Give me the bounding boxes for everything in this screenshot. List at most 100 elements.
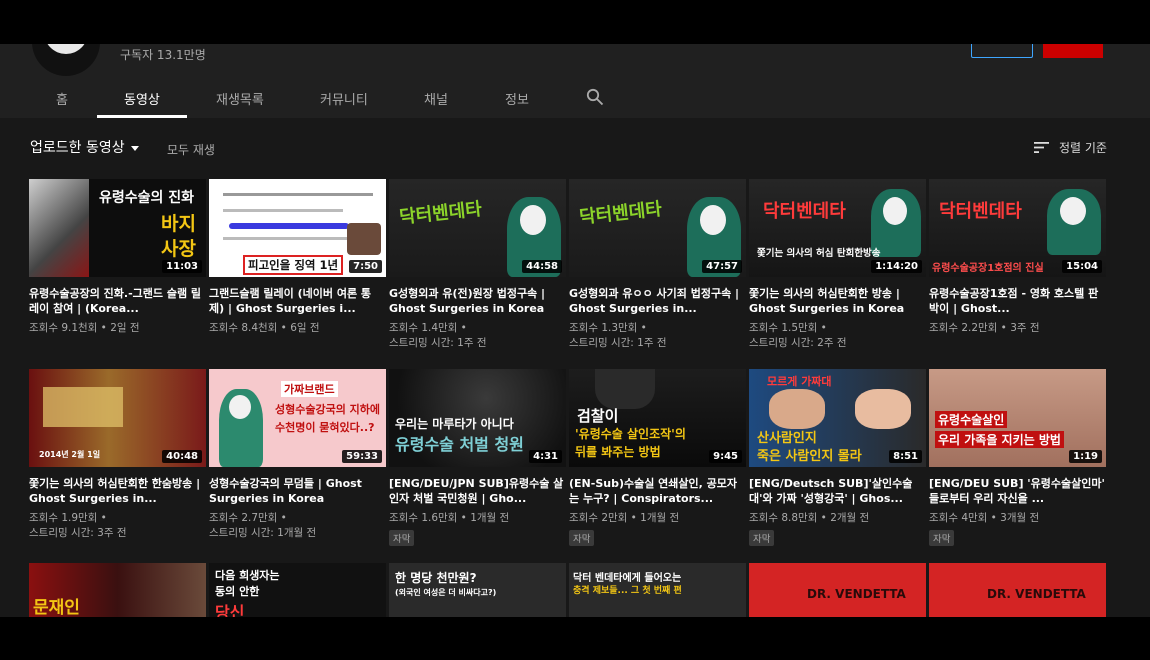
video-card[interactable]: 유령수술의 진화 바지 사장 11:03 유령수술공장의 진화.-그랜드 슬램 … (29, 179, 206, 336)
thumb-caption: 유령수술공장1호점의 진실 (932, 263, 1044, 274)
video-card[interactable]: 한 명당 천만원? (외국인 여성은 더 비싸다고?) (389, 563, 566, 617)
video-thumbnail[interactable]: DR. VENDETTA (749, 563, 926, 617)
tab-playlists[interactable]: 재생목록 (216, 89, 264, 108)
video-meta: 조회수 9.1천회 • 2일 전 (29, 322, 140, 334)
video-title[interactable]: [ENG/DEU SUB] '유령수술살인마' 들로부터 우리 자신을 ... (929, 476, 1106, 506)
subscribe-button[interactable] (1043, 44, 1103, 58)
thumb-caption: 성형수술강국의 지하에 (275, 403, 381, 416)
video-card[interactable]: 검찰이 '유령수술 살인조작'의 뒤를 봐주는 방법 9:45 (EN-Sub)… (569, 369, 746, 546)
video-title[interactable]: (EN-Sub)수술실 연쇄살인, 공모자는 누구? | Conspirator… (569, 476, 746, 506)
video-title[interactable]: 유령수술공장1호점 - 영화 호스텔 판박이 | Ghost... (929, 286, 1106, 316)
video-title[interactable]: [ENG/Deutsch SUB]'살인수술대'와 가짜 '성형강국' | Gh… (749, 476, 926, 506)
video-card[interactable]: 닥터벤데타 쫓기는 의사의 허심 탄회한방송 1:14:20 쫓기는 의사의 허… (749, 179, 926, 351)
thumb-caption: 죽은 사람인지 몰라 (757, 449, 862, 464)
channel-tabs: 홈 동영상 재생목록 커뮤니티 채널 정보 (0, 78, 1150, 118)
video-thumbnail[interactable]: 우리는 마루타가 아니다 유령수술 처벌 청원 4:31 (389, 369, 566, 467)
tab-home[interactable]: 홈 (56, 89, 68, 108)
video-stream-time: 스트리밍 시간: 1주 전 (569, 337, 667, 349)
sort-icon (1034, 142, 1049, 153)
thumb-caption: (외국인 여성은 더 비싸다고?) (395, 588, 497, 597)
video-title[interactable]: 쫓기는 의사의 허심탄회한 한숨방송 | Ghost Surgeries in.… (29, 476, 206, 506)
video-title[interactable]: G성형외과 유ㅇㅇ 사기죄 법정구속 | Ghost Surgeries in.… (569, 286, 746, 316)
video-duration: 8:51 (889, 450, 922, 463)
uploads-dropdown[interactable]: 업로드한 동영상 (30, 137, 139, 157)
play-all-button[interactable]: 모두 재생 (167, 141, 215, 158)
video-card[interactable]: 닥터벤데타 유령수술공장1호점의 진실 15:04 유령수술공장1호점 - 영화… (929, 179, 1106, 336)
video-thumbnail[interactable]: 가짜브랜드 성형수술강국의 지하에 수천명이 묻혀있다..? 59:33 (209, 369, 386, 467)
thumb-doc-redaction (229, 223, 349, 229)
thumb-caption: 우리는 마루타가 아니다 (395, 417, 514, 431)
thumb-image (29, 179, 89, 277)
subscriber-count: 구독자 13.1만명 (120, 48, 206, 62)
thumb-caption: 한 명당 천만원? (395, 571, 477, 585)
channel-avatar[interactable] (32, 44, 100, 76)
thumb-mask (520, 205, 546, 235)
video-thumbnail[interactable]: 모르게 가짜대 산사람인지 죽은 사람인지 몰라 8:51 (749, 369, 926, 467)
video-thumbnail[interactable]: DR. VENDETTA (929, 563, 1106, 617)
video-meta: 조회수 1.4만회 • 스트리밍 시간: 1주 전 (389, 321, 566, 351)
video-duration: 11:03 (162, 260, 202, 273)
video-card[interactable]: 닥터 벤데타에게 들어오는 충격 제보들... 그 첫 번째 편 (569, 563, 746, 617)
video-card[interactable]: 모르게 가짜대 산사람인지 죽은 사람인지 몰라 8:51 [ENG/Deuts… (749, 369, 926, 546)
video-thumbnail[interactable]: 검찰이 '유령수술 살인조작'의 뒤를 봐주는 방법 9:45 (569, 369, 746, 467)
thumb-caption: 닥터 벤데타에게 들어오는 (573, 573, 682, 584)
thumb-doc-line (223, 237, 353, 240)
subtitles-badge: 자막 (749, 530, 775, 546)
video-card[interactable]: 가짜브랜드 성형수술강국의 지하에 수천명이 묻혀있다..? 59:33 성형수… (209, 369, 386, 541)
video-card[interactable]: 닥터벤데타 44:58 G성형외과 유(전)원장 법정구속 | Ghost Su… (389, 179, 566, 351)
thumb-doc-line (223, 193, 373, 196)
thumb-caption: DR. VENDETTA (807, 587, 906, 601)
video-card[interactable]: DR. VENDETTA (749, 563, 926, 617)
video-thumbnail[interactable]: 유령수술의 진화 바지 사장 11:03 (29, 179, 206, 277)
video-card[interactable]: 다음 희생자는 동의 안한 당신 (209, 563, 386, 617)
thumb-mask (883, 197, 907, 225)
video-meta: 조회수 1.6만회 • 1개월 전 (389, 512, 510, 524)
video-thumbnail[interactable]: 닥터 벤데타에게 들어오는 충격 제보들... 그 첫 번째 편 (569, 563, 746, 617)
video-title[interactable]: G성형외과 유(전)원장 법정구속 | Ghost Surgeries in K… (389, 286, 566, 316)
thumb-caption: 가짜브랜드 (281, 381, 338, 397)
video-thumbnail[interactable]: 문재인 (29, 563, 206, 617)
thumb-caption: 바지 (161, 213, 196, 235)
video-title[interactable]: 쫓기는 의사의 허심탄회한 방송 | Ghost Surgeries in Ko… (749, 286, 926, 316)
video-card[interactable]: 우리는 마루타가 아니다 유령수술 처벌 청원 4:31 [ENG/DEU/JP… (389, 369, 566, 546)
sort-button[interactable]: 정렬 기준 (1034, 139, 1107, 156)
video-thumbnail[interactable]: 한 명당 천만원? (외국인 여성은 더 비싸다고?) (389, 563, 566, 617)
video-card[interactable]: 유령수술살인 우리 가족을 지키는 방법 1:19 [ENG/DEU SUB] … (929, 369, 1106, 546)
video-card[interactable]: 닥터벤데타 47:57 G성형외과 유ㅇㅇ 사기죄 법정구속 | Ghost S… (569, 179, 746, 351)
video-stream-time: 스트리밍 시간: 2주 전 (749, 337, 847, 349)
video-title[interactable]: 유령수술공장의 진화.-그랜드 슬램 릴레이 참여 | (Korea... (29, 286, 206, 316)
search-icon[interactable] (586, 88, 604, 106)
subtitles-badge: 자막 (569, 530, 595, 546)
video-card[interactable]: 문재인 (29, 563, 206, 617)
video-thumbnail[interactable]: 닥터벤데타 유령수술공장1호점의 진실 15:04 (929, 179, 1106, 277)
join-button[interactable] (971, 44, 1033, 58)
video-card[interactable]: DR. VENDETTA (929, 563, 1106, 617)
video-card[interactable]: 피고인을 징역 1년 7:50 그랜드슬램 릴레이 (네이버 여론 통제) | … (209, 179, 386, 336)
video-thumbnail[interactable]: 피고인을 징역 1년 7:50 (209, 179, 386, 277)
subtitles-badge: 자막 (929, 530, 955, 546)
video-title[interactable]: 그랜드슬램 릴레이 (네이버 여론 통제) | Ghost Surgeries … (209, 286, 386, 316)
video-duration: 40:48 (162, 450, 202, 463)
video-duration: 1:14:20 (871, 260, 922, 273)
video-card[interactable]: 2014년 2월 1일 40:48 쫓기는 의사의 허심탄회한 한숨방송 | G… (29, 369, 206, 541)
thumb-caption: DR. VENDETTA (987, 587, 1086, 601)
video-title[interactable]: 성형수술강국의 무덤들 | Ghost Surgeries in Korea (209, 476, 386, 506)
video-views: 조회수 1.9만회 • (29, 512, 107, 524)
video-stream-time: 스트리밍 시간: 1주 전 (389, 337, 487, 349)
video-thumbnail[interactable]: 유령수술살인 우리 가족을 지키는 방법 1:19 (929, 369, 1106, 467)
video-title[interactable]: [ENG/DEU/JPN SUB]유령수술 살인자 처벌 국민청원 | Gho.… (389, 476, 566, 506)
thumb-caption: 유령수술살인 (935, 411, 1008, 428)
sort-label: 정렬 기준 (1059, 141, 1107, 155)
thumb-person (595, 369, 655, 409)
tab-community[interactable]: 커뮤니티 (320, 89, 368, 108)
thumb-mask (1060, 197, 1086, 225)
video-thumbnail[interactable]: 닥터벤데타 쫓기는 의사의 허심 탄회한방송 1:14:20 (749, 179, 926, 277)
video-thumbnail[interactable]: 다음 희생자는 동의 안한 당신 (209, 563, 386, 617)
tab-videos[interactable]: 동영상 (124, 89, 160, 108)
thumb-protest-sign (43, 387, 123, 427)
video-thumbnail[interactable]: 닥터벤데타 47:57 (569, 179, 746, 277)
video-thumbnail[interactable]: 2014년 2월 1일 40:48 (29, 369, 206, 467)
tab-channels[interactable]: 채널 (424, 89, 448, 108)
tab-about[interactable]: 정보 (505, 89, 529, 108)
video-thumbnail[interactable]: 닥터벤데타 44:58 (389, 179, 566, 277)
